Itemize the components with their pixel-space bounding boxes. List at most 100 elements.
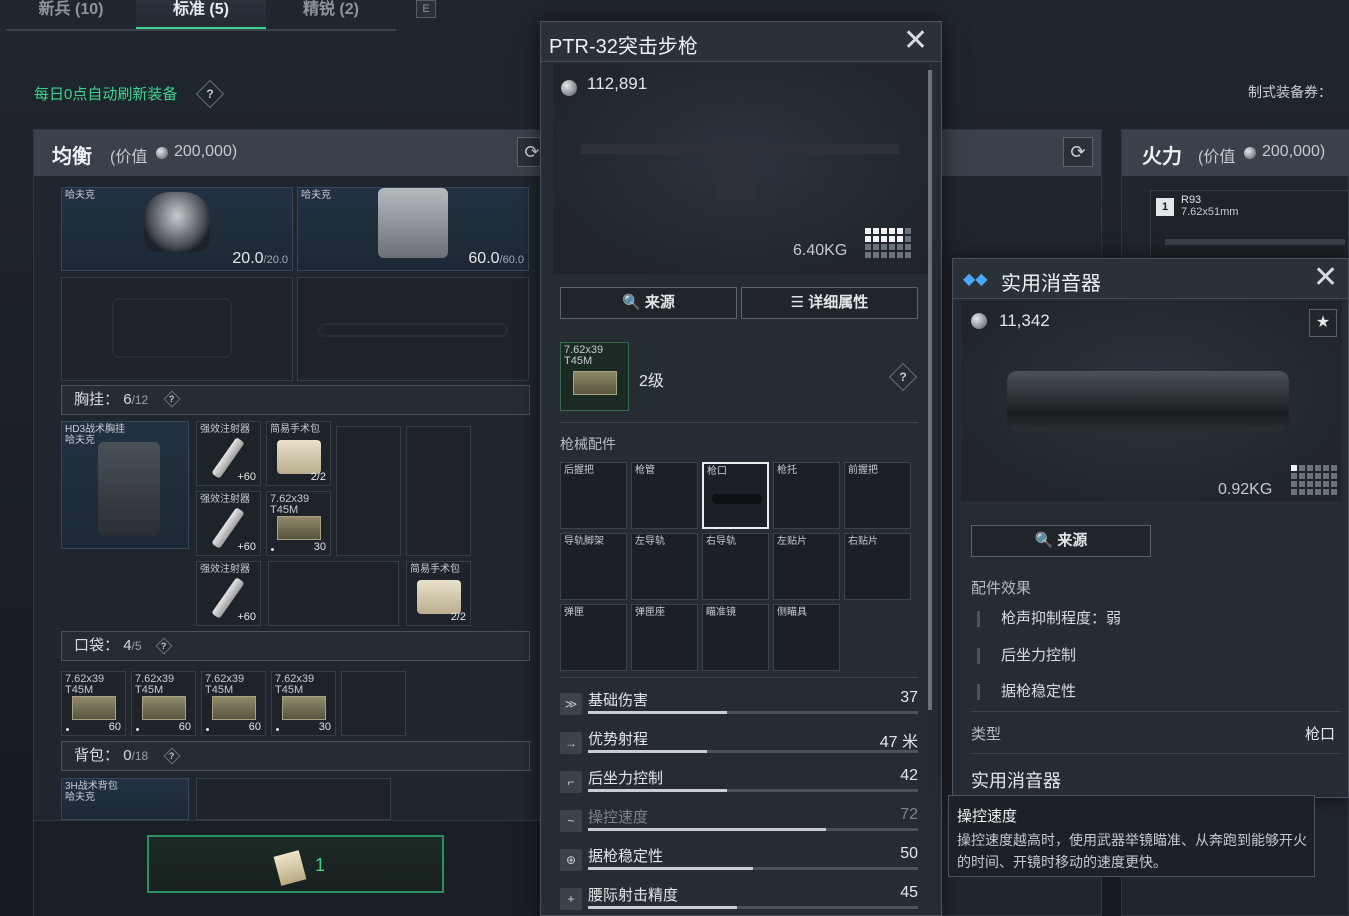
stat-level-fill — [588, 711, 727, 714]
attachment-barrel[interactable]: 枪管 — [631, 462, 698, 529]
attachment-rear-grip[interactable]: 后握把 — [560, 462, 627, 529]
stat-aim-stability: ⊕ 据枪稳定性 50 — [560, 843, 918, 879]
coin-icon — [561, 80, 577, 96]
stat-level-fill — [588, 828, 826, 831]
attachment-muzzle[interactable]: 枪口 — [702, 462, 769, 529]
tab-elite[interactable]: 精锐 (2) — [266, 0, 396, 30]
attachment-stock[interactable]: 枪托 — [773, 462, 840, 529]
stat-hipfire-accuracy: + 腰际射击精度 45 — [560, 882, 918, 916]
suppressor-image-area: 11,342 ★ 0.92KG — [961, 301, 1342, 501]
chest-rig-image — [98, 442, 160, 536]
effect-noise: 枪声抑制程度：弱 — [977, 607, 1121, 628]
weapon-size-icon — [865, 228, 911, 258]
chest-rig-item[interactable]: HD3战术胸挂 哈夫克 — [61, 421, 189, 549]
attachment-side-sight[interactable]: 侧瞄具 — [773, 604, 840, 671]
stat-level-fill — [588, 867, 753, 870]
weapon-title: PTR-32突击步枪 — [549, 36, 698, 58]
slot-index-badge: 1 — [1156, 198, 1174, 216]
suppressor-source-button[interactable]: 🔍 来源 — [971, 525, 1151, 557]
ammo-item-chest[interactable]: 7.62x39 T45M 30 — [266, 491, 331, 556]
pocket-ammo-2[interactable]: 7.62x39 T45M 60 — [131, 671, 196, 736]
armor-durability: 60.0/60.0 — [468, 250, 524, 267]
armor-slot[interactable]: 哈夫克 60.0/60.0 — [297, 187, 529, 271]
surgery-kit-item-2[interactable]: 简易手术包 2/2 — [406, 561, 471, 626]
suppressor-size-icon — [1291, 465, 1337, 495]
suppressor-name: 实用消音器 — [971, 771, 1061, 791]
pistol-slot[interactable] — [61, 277, 293, 381]
favorite-star-icon[interactable]: ★ — [1309, 309, 1337, 337]
close-icon[interactable]: ✕ — [1313, 263, 1338, 293]
stat-recoil-control: ⌐ 后坐力控制 42 — [560, 765, 918, 801]
backpack-item[interactable]: 3H战术背包 哈夫克 — [61, 778, 189, 820]
chest-empty-3[interactable] — [268, 561, 399, 626]
scrollbar[interactable] — [928, 70, 932, 710]
stat-handling-speed[interactable]: ~ 操控速度 72 — [560, 804, 918, 840]
tab-standard[interactable]: 标准 (5) — [136, 0, 266, 30]
attachment-mag-well[interactable]: 弹匣座 — [631, 604, 698, 671]
attachment-right-patch[interactable]: 右贴片 — [844, 533, 911, 600]
help-mark: ? — [206, 87, 214, 101]
pocket-ammo-1[interactable]: 7.62x39 T45M 60 — [61, 671, 126, 736]
attachments-header: 枪械配件 — [560, 436, 616, 452]
weapon-detail-popup: PTR-32突击步枪 ✕ 112,891 6.40KG 🔍 来源 ☰ 详细属性 … — [540, 21, 942, 916]
coin-icon — [1244, 147, 1256, 159]
weapon-weight: 6.40KG — [793, 242, 848, 259]
handling-speed-tooltip: 操控速度 操控速度越高时，使用武器举镜瞄准、从奔跑到能够开火的时间、开镜时移动的… — [948, 795, 1315, 877]
suppressor-image — [1007, 371, 1289, 431]
divider — [560, 422, 918, 423]
tab-underline — [6, 29, 396, 31]
ammo-type-slot[interactable]: 7.62x39 T45M — [560, 342, 629, 411]
claim-button[interactable]: 1 — [147, 835, 444, 893]
syringe-item-1[interactable]: 强效注射器 +60 — [196, 421, 261, 486]
refresh-loadout-button-middle[interactable]: ⟳ — [1063, 137, 1093, 167]
syringe-item-3[interactable]: 强效注射器 +60 — [196, 561, 261, 626]
pistol-placeholder-icon — [112, 298, 232, 358]
firepower-title: 火力 — [1142, 146, 1182, 168]
attachment-scope[interactable]: 瞄准镜 — [702, 604, 769, 671]
chest-empty-1[interactable] — [336, 426, 401, 556]
attachment-left-rail[interactable]: 左导轨 — [631, 533, 698, 600]
close-icon[interactable]: ✕ — [903, 26, 928, 56]
attachment-bipod[interactable]: 导轨脚架 — [560, 533, 627, 600]
knife-placeholder-icon — [318, 323, 508, 337]
coin-icon — [156, 147, 168, 159]
effect-recoil: 后坐力控制 — [977, 644, 1076, 665]
crosshair-icon: ⊕ — [560, 849, 582, 871]
attachment-magazine[interactable]: 弹匣 — [560, 604, 627, 671]
recoil-icon: ⌐ — [560, 771, 582, 793]
type-value: 枪口 — [1305, 726, 1336, 743]
surgery-kit-item-1[interactable]: 简易手术包 2/2 — [266, 421, 331, 486]
hipfire-icon: + — [560, 888, 582, 910]
suppressor-popup-header: ◆◆ 实用消音器 ✕ — [953, 259, 1348, 299]
attachment-right-rail[interactable]: 右导轨 — [702, 533, 769, 600]
panel-value-prefix: (价值 — [110, 149, 148, 166]
panel-value: 200,000) — [174, 143, 238, 160]
backpack-grid[interactable] — [196, 778, 391, 820]
pocket-ammo-4[interactable]: 7.62x39 T45M 30 — [271, 671, 336, 736]
ammo-help-icon[interactable]: ? — [888, 362, 918, 392]
weapon-popup-header: PTR-32突击步枪 ✕ — [541, 22, 941, 62]
source-button[interactable]: 🔍 来源 — [560, 287, 737, 319]
tab-recruit[interactable]: 新兵 (10) — [6, 0, 136, 30]
sniper-image — [1165, 239, 1345, 245]
attachment-left-patch[interactable]: 左贴片 — [773, 533, 840, 600]
syringe-item-2[interactable]: 强效注射器 +60 — [196, 491, 261, 556]
sniper-caliber: 7.62x51mm — [1181, 206, 1239, 218]
helmet-durability: 20.0/20.0 — [232, 250, 288, 267]
tooltip-body: 操控速度越高时，使用武器举镜瞄准、从奔跑到能够开火的时间、开镜时移动的速度更快。 — [957, 832, 1307, 870]
attachment-foregrip[interactable]: 前握把 — [844, 462, 911, 529]
helmet-slot[interactable]: 哈夫克 20.0/20.0 — [61, 187, 293, 271]
pocket-ammo-3[interactable]: 7.62x39 T45M 60 — [201, 671, 266, 736]
suppressor-price: 11,342 — [999, 311, 1050, 330]
weapon-magazine — [708, 154, 758, 200]
stat-base-damage: ≫ 基础伤害 37 — [560, 687, 918, 723]
chest-empty-2[interactable] — [406, 426, 471, 556]
sniper-rifle-slot[interactable]: 1 R93 7.62x51mm — [1150, 190, 1349, 262]
ammo-level: 2级 — [639, 373, 664, 390]
divider — [971, 753, 1341, 754]
stat-level-fill — [588, 906, 737, 909]
pocket-empty[interactable] — [341, 671, 406, 736]
details-button[interactable]: ☰ 详细属性 — [741, 287, 918, 319]
melee-slot[interactable] — [297, 277, 529, 381]
divider — [971, 711, 1341, 712]
